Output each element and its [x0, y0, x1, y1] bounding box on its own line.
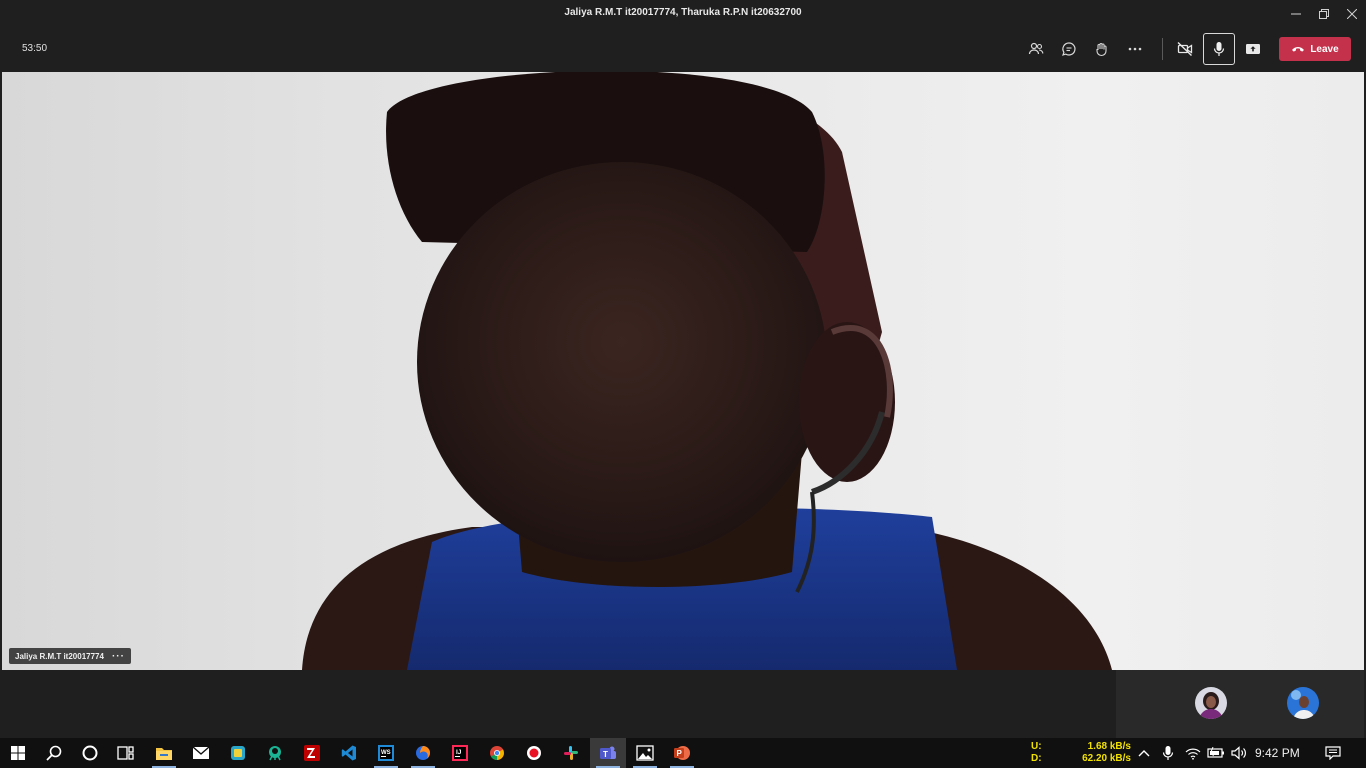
- taskbar-clock[interactable]: 9:42 PM: [1255, 746, 1300, 760]
- taskbar-intellij[interactable]: IJ: [442, 738, 478, 768]
- restore-icon: [1319, 9, 1329, 19]
- minimize-icon: [1291, 13, 1301, 15]
- tray-wifi-button[interactable]: [1182, 738, 1204, 768]
- taskbar-firefox[interactable]: [405, 738, 441, 768]
- meeting-timer: 53:50: [22, 43, 48, 54]
- teams-icon: T: [600, 746, 616, 759]
- toolbar-divider: [1162, 38, 1163, 60]
- firefox-icon: [416, 746, 430, 760]
- file-explorer-icon: [156, 748, 172, 760]
- video-stage: Jaliya R.M.T it20017774 ···: [2, 72, 1364, 670]
- search-button[interactable]: [36, 738, 72, 768]
- tray-battery-button[interactable]: [1205, 738, 1227, 768]
- share-screen-icon: [1246, 44, 1260, 54]
- taskbar-webstorm[interactable]: WS: [368, 738, 404, 768]
- sticky-app-icon: [231, 746, 245, 760]
- svg-text:P: P: [677, 749, 683, 758]
- minimize-button[interactable]: [1282, 0, 1310, 28]
- participant-tile[interactable]: [1240, 670, 1364, 738]
- start-button[interactable]: [0, 738, 36, 768]
- notifications-icon: [1325, 746, 1341, 760]
- close-icon: [1347, 9, 1357, 19]
- wifi-icon: [1185, 748, 1201, 760]
- volume-icon: [1231, 746, 1246, 760]
- vscode-icon: [341, 745, 356, 761]
- participant-strip: [0, 670, 1366, 738]
- action-center-button[interactable]: [1318, 738, 1348, 768]
- taskbar-teams[interactable]: T: [590, 738, 626, 768]
- participant-tile[interactable]: [1116, 670, 1240, 738]
- taskbar-mail[interactable]: [183, 738, 219, 768]
- taskbar-sticky-app[interactable]: [220, 738, 256, 768]
- webstorm-icon: WS: [378, 745, 394, 761]
- taskbar-filezilla[interactable]: [294, 738, 330, 768]
- windows-taskbar: WS IJ T P U: 1.68 kB/s D: 62.20 kB/s 9:4…: [0, 738, 1366, 768]
- recorder-icon: [527, 746, 541, 760]
- taskbar-photos[interactable]: [627, 738, 663, 768]
- battery-icon: [1207, 747, 1224, 758]
- chevron-up-icon: [1138, 750, 1150, 757]
- upload-label: U:: [1031, 741, 1042, 752]
- participant-video-feed: [302, 72, 1112, 670]
- network-speed-meter: U: 1.68 kB/s D: 62.20 kB/s: [1031, 741, 1131, 765]
- svg-text:IJ: IJ: [456, 749, 462, 756]
- avatar-participant-2: [1287, 687, 1319, 719]
- filezilla-icon: [304, 745, 320, 761]
- window-title: Jaliya R.M.T it20017774, Tharuka R.P.N i…: [564, 7, 802, 18]
- task-view-icon: [117, 746, 134, 760]
- task-view-button[interactable]: [108, 738, 144, 768]
- show-hidden-icons-button[interactable]: [1134, 738, 1154, 768]
- cortana-button[interactable]: [72, 738, 108, 768]
- leave-button[interactable]: Leave: [1279, 37, 1351, 61]
- title-bar: Jaliya R.M.T it20017774, Tharuka R.P.N i…: [0, 0, 1366, 28]
- more-options-button[interactable]: [1122, 36, 1148, 62]
- svg-text:T: T: [603, 750, 608, 759]
- svg-text:WS: WS: [381, 750, 391, 756]
- slack-icon: [564, 746, 578, 760]
- tray-microphone-button[interactable]: [1158, 738, 1178, 768]
- participants-button[interactable]: [1023, 36, 1049, 62]
- participants-icon: [1028, 42, 1044, 55]
- taskbar-recorder[interactable]: [516, 738, 552, 768]
- reactions-button[interactable]: [1089, 36, 1115, 62]
- powerpoint-icon: P: [674, 746, 690, 760]
- close-button[interactable]: [1338, 0, 1366, 28]
- download-label: D:: [1031, 753, 1042, 764]
- photos-icon: [636, 745, 654, 761]
- download-speed: 62.20 kB/s: [1082, 753, 1131, 764]
- tray-volume-button[interactable]: [1229, 738, 1251, 768]
- more-icon: [1128, 47, 1142, 51]
- gitkraken-icon: [269, 746, 281, 761]
- leave-label: Leave: [1310, 43, 1339, 55]
- search-icon: [46, 745, 62, 761]
- cortana-icon: [82, 745, 98, 761]
- microphone-toggle-button[interactable]: [1203, 33, 1235, 65]
- microphone-tray-icon: [1162, 746, 1174, 760]
- taskbar-slack[interactable]: [553, 738, 589, 768]
- chat-button[interactable]: [1056, 36, 1082, 62]
- taskbar-file-explorer[interactable]: [146, 738, 182, 768]
- speaker-name-tag[interactable]: Jaliya R.M.T it20017774 ···: [9, 648, 131, 664]
- avatar-participant-1: [1195, 687, 1227, 719]
- chat-icon: [1062, 42, 1076, 56]
- camera-off-icon: [1177, 41, 1193, 57]
- chrome-icon: [490, 746, 504, 760]
- intellij-icon: IJ: [452, 745, 468, 761]
- mail-icon: [192, 746, 210, 759]
- upload-speed: 1.68 kB/s: [1087, 741, 1131, 752]
- microphone-icon: [1213, 42, 1225, 56]
- camera-toggle-button[interactable]: [1172, 36, 1198, 62]
- phone-hangup-icon: [1292, 47, 1305, 52]
- share-screen-button[interactable]: [1240, 36, 1266, 62]
- taskbar-vscode[interactable]: [331, 738, 367, 768]
- taskbar-powerpoint[interactable]: P: [664, 738, 700, 768]
- taskbar-chrome[interactable]: [479, 738, 515, 768]
- taskbar-gitkraken[interactable]: [257, 738, 293, 768]
- meeting-toolbar: 53:50 Leave: [0, 28, 1366, 70]
- restore-button[interactable]: [1310, 0, 1338, 28]
- start-icon: [11, 746, 25, 760]
- speaker-more-button[interactable]: ···: [112, 651, 125, 662]
- speaker-name: Jaliya R.M.T it20017774: [15, 651, 104, 661]
- reactions-icon: [1096, 42, 1107, 57]
